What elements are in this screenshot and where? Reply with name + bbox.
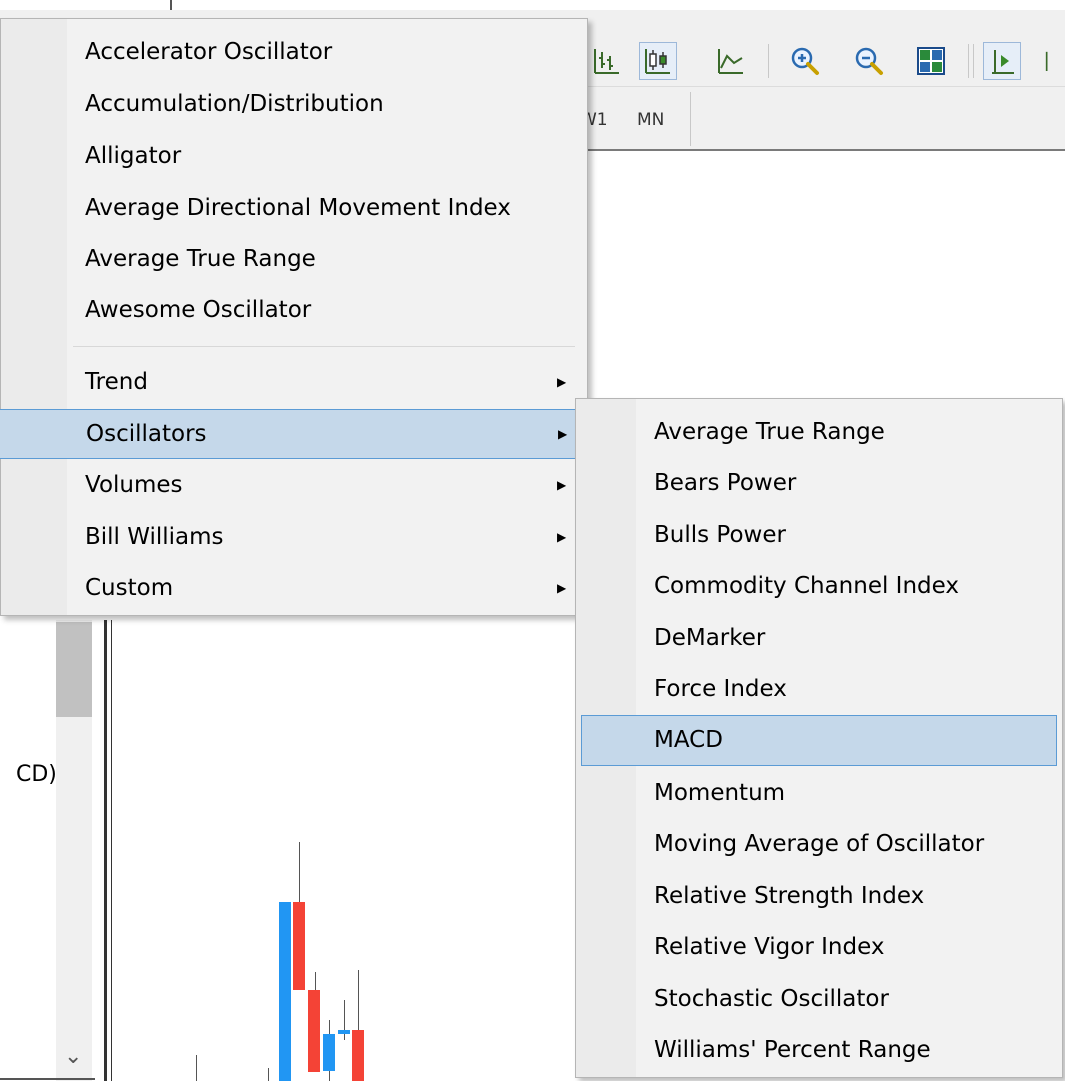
auto-scroll-icon	[992, 50, 1014, 74]
bear-candle	[308, 990, 320, 1072]
submenu-arrow-icon: ▶	[557, 581, 567, 595]
indicators-menu: Accelerator Oscillator Accumulation/Dist…	[0, 18, 589, 616]
submenu-item-demarker[interactable]: DeMarker	[576, 614, 1062, 662]
menu-item-oscillators[interactable]: Oscillators ▶	[0, 409, 589, 459]
zoom-out-button[interactable]	[850, 42, 888, 80]
submenu-arrow-icon: ▶	[557, 478, 567, 492]
candlestick-icon	[645, 49, 670, 74]
menu-item-awesome-oscillator[interactable]: Awesome Oscillator	[1, 286, 587, 334]
menu-item-accelerator-oscillator[interactable]: Accelerator Oscillator	[1, 28, 587, 76]
menu-item-label: Bulls Power	[654, 522, 786, 548]
submenu-item-osma[interactable]: Moving Average of Oscillator	[576, 820, 1062, 868]
bear-candle	[352, 1030, 364, 1081]
menu-item-average-true-range[interactable]: Average True Range	[1, 235, 587, 283]
bull-candle	[279, 902, 291, 1081]
submenu-item-momentum[interactable]: Momentum	[576, 769, 1062, 817]
chart-border	[111, 620, 112, 1081]
menu-item-trend[interactable]: Trend ▶	[1, 358, 587, 406]
zoom-in-icon	[791, 47, 819, 75]
bar-chart-button[interactable]	[588, 42, 626, 80]
submenu-item-macd[interactable]: MACD	[581, 715, 1057, 766]
menu-item-label: Relative Vigor Index	[654, 934, 885, 960]
menu-item-label: Williams' Percent Range	[654, 1037, 931, 1063]
menu-item-label: Force Index	[654, 676, 787, 702]
oscillators-submenu: Average True Range Bears Power Bulls Pow…	[575, 398, 1063, 1078]
menu-item-label: Commodity Channel Index	[654, 573, 959, 599]
toolbar-separator	[968, 44, 969, 78]
menu-item-label: Moving Average of Oscillator	[654, 831, 985, 857]
submenu-arrow-icon: ▶	[557, 375, 567, 389]
bull-candle	[323, 1034, 335, 1071]
bear-candle	[293, 902, 305, 990]
menu-item-accumulation-distribution[interactable]: Accumulation/Distribution	[1, 80, 587, 128]
panel-bottom-border	[0, 1078, 95, 1080]
menu-item-label: Accelerator Oscillator	[85, 39, 333, 65]
menu-item-label: DeMarker	[654, 625, 766, 651]
timeframe-separator	[690, 92, 691, 146]
submenu-item-bears-power[interactable]: Bears Power	[576, 459, 1062, 507]
menu-item-label: Average Directional Movement Index	[85, 195, 511, 221]
menu-item-label: Bill Williams	[85, 524, 224, 550]
submenu-item-stochastic[interactable]: Stochastic Oscillator	[576, 975, 1062, 1023]
menu-item-label: Average True Range	[85, 246, 316, 272]
menu-item-label: Volumes	[85, 472, 183, 498]
zoom-out-icon	[855, 47, 883, 75]
menu-item-label: Relative Strength Index	[654, 883, 925, 909]
candle-wick	[344, 1000, 345, 1040]
chart-shift-icon	[1045, 51, 1048, 71]
zoom-in-button[interactable]	[786, 42, 824, 80]
chevron-down-icon[interactable]: ⌄	[64, 1044, 82, 1069]
menu-item-alligator[interactable]: Alligator	[1, 132, 587, 180]
menu-item-label: Trend	[85, 369, 148, 395]
toolbar-separator	[768, 44, 769, 78]
menu-item-label: Alligator	[85, 143, 182, 169]
menu-item-label: MACD	[654, 727, 723, 753]
menu-item-adx[interactable]: Average Directional Movement Index	[1, 184, 587, 232]
submenu-item-rvi[interactable]: Relative Vigor Index	[576, 923, 1062, 971]
indicator-label-partial: CD)	[16, 762, 57, 787]
submenu-arrow-icon: ▶	[558, 427, 568, 441]
submenu-item-cci[interactable]: Commodity Channel Index	[576, 562, 1062, 610]
menu-item-label: Awesome Oscillator	[85, 297, 312, 323]
auto-scroll-button[interactable]	[983, 42, 1021, 80]
submenu-item-rsi[interactable]: Relative Strength Index	[576, 872, 1062, 920]
tile-windows-icon	[917, 47, 945, 75]
timeframe-mn[interactable]: MN	[637, 110, 664, 130]
chart-border	[104, 620, 107, 1081]
candle-wick	[196, 1055, 197, 1081]
line-chart-icon	[718, 49, 743, 74]
menu-item-label: Average True Range	[654, 419, 885, 445]
submenu-item-bulls-power[interactable]: Bulls Power	[576, 511, 1062, 559]
menu-separator	[73, 346, 575, 347]
menu-item-volumes[interactable]: Volumes ▶	[1, 461, 587, 509]
submenu-arrow-icon: ▶	[557, 530, 567, 544]
menu-item-label: Custom	[85, 575, 174, 601]
bar-chart-icon	[594, 49, 619, 74]
candle-wick	[299, 842, 300, 902]
scrollbar-thumb[interactable]	[56, 622, 92, 717]
candlestick-button[interactable]	[639, 42, 677, 80]
menu-item-label: Bears Power	[654, 470, 797, 496]
menu-item-label: Accumulation/Distribution	[85, 91, 384, 117]
submenu-item-williams-percent-range[interactable]: Williams' Percent Range	[576, 1026, 1062, 1074]
candle-wick	[268, 1068, 269, 1081]
menu-item-bill-williams[interactable]: Bill Williams ▶	[1, 513, 587, 561]
bull-candle	[338, 1030, 350, 1034]
menu-item-label: Momentum	[654, 780, 786, 806]
line-chart-button[interactable]	[712, 42, 750, 80]
menu-item-label: Oscillators	[86, 421, 207, 447]
submenu-item-force-index[interactable]: Force Index	[576, 665, 1062, 713]
menu-item-custom[interactable]: Custom ▶	[1, 564, 587, 612]
submenu-item-average-true-range[interactable]: Average True Range	[576, 408, 1062, 456]
toolbar-separator	[973, 44, 974, 78]
chart-shift-button[interactable]	[1040, 42, 1065, 80]
tile-windows-button[interactable]	[912, 42, 950, 80]
menu-item-label: Stochastic Oscillator	[654, 986, 889, 1012]
